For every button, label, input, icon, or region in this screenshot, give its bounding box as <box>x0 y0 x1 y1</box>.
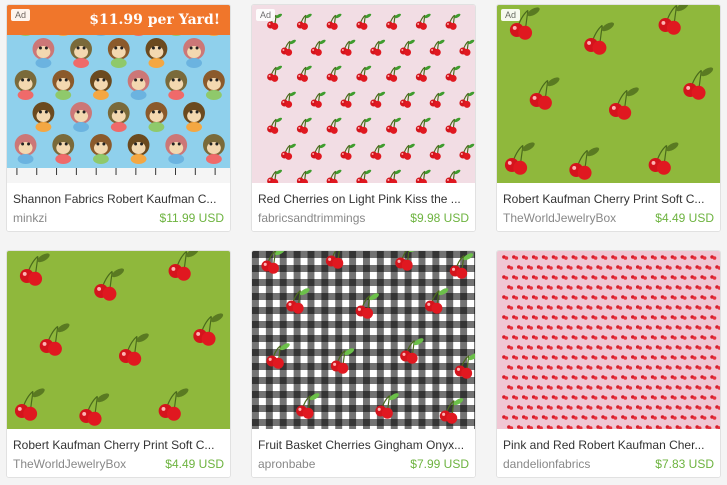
listing-info: Pink and Red Robert Kaufman Cher... dand… <box>497 429 720 477</box>
listing-image[interactable] <box>497 251 720 429</box>
shop-name[interactable]: minkzi <box>13 211 47 225</box>
listing-title[interactable]: Shannon Fabrics Robert Kaufman C... <box>13 192 224 206</box>
ad-badge: Ad <box>256 9 276 21</box>
listing-card[interactable]: Robert Kaufman Cherry Print Soft C... Th… <box>6 250 231 478</box>
listing-price: $7.99 USD <box>410 457 469 471</box>
listing-price: $4.49 USD <box>165 457 224 471</box>
listing-info: Robert Kaufman Cherry Print Soft C... Th… <box>497 183 720 231</box>
ad-badge: Ad <box>11 9 31 21</box>
listing-card[interactable]: Pink and Red Robert Kaufman Cher... dand… <box>496 250 721 478</box>
listing-title[interactable]: Fruit Basket Cherries Gingham Onyx... <box>258 438 469 452</box>
shop-name[interactable]: TheWorldJewelryBox <box>503 211 616 225</box>
listing-image[interactable] <box>497 5 720 183</box>
promo-banner: $11.99 per Yard! <box>7 5 230 35</box>
listing-info: Red Cherries on Light Pink Kiss the ... … <box>252 183 475 231</box>
listing-card[interactable]: Ad Robert Kaufman Cherry Print Soft C...… <box>496 4 721 232</box>
listing-image[interactable] <box>252 5 475 183</box>
listing-card[interactable]: Ad Red Cherries on Light Pink Kiss the .… <box>251 4 476 232</box>
shop-name[interactable]: TheWorldJewelryBox <box>13 457 126 471</box>
listing-info: Fruit Basket Cherries Gingham Onyx... ap… <box>252 429 475 477</box>
listing-price: $11.99 USD <box>159 211 224 225</box>
listing-image[interactable] <box>252 251 475 429</box>
listing-card[interactable]: Fruit Basket Cherries Gingham Onyx... ap… <box>251 250 476 478</box>
listing-card[interactable]: $11.99 per Yard! Ad Shannon Fabrics Robe… <box>6 4 231 232</box>
listing-price: $9.98 USD <box>410 211 469 225</box>
listing-info: Robert Kaufman Cherry Print Soft C... Th… <box>7 429 230 477</box>
listing-info: Shannon Fabrics Robert Kaufman C... mink… <box>7 183 230 231</box>
shop-name[interactable]: dandelionfabrics <box>503 457 590 471</box>
listing-title[interactable]: Red Cherries on Light Pink Kiss the ... <box>258 192 469 206</box>
listing-title[interactable]: Robert Kaufman Cherry Print Soft C... <box>13 438 224 452</box>
listing-image[interactable] <box>7 251 230 429</box>
shop-name[interactable]: fabricsandtrimmings <box>258 211 365 225</box>
listing-price: $4.49 USD <box>655 211 714 225</box>
shop-name[interactable]: apronbabe <box>258 457 315 471</box>
listing-title[interactable]: Robert Kaufman Cherry Print Soft C... <box>503 192 714 206</box>
ad-badge: Ad <box>501 9 521 21</box>
listing-title[interactable]: Pink and Red Robert Kaufman Cher... <box>503 438 714 452</box>
listing-grid: $11.99 per Yard! Ad Shannon Fabrics Robe… <box>0 0 727 485</box>
listing-price: $7.83 USD <box>655 457 714 471</box>
